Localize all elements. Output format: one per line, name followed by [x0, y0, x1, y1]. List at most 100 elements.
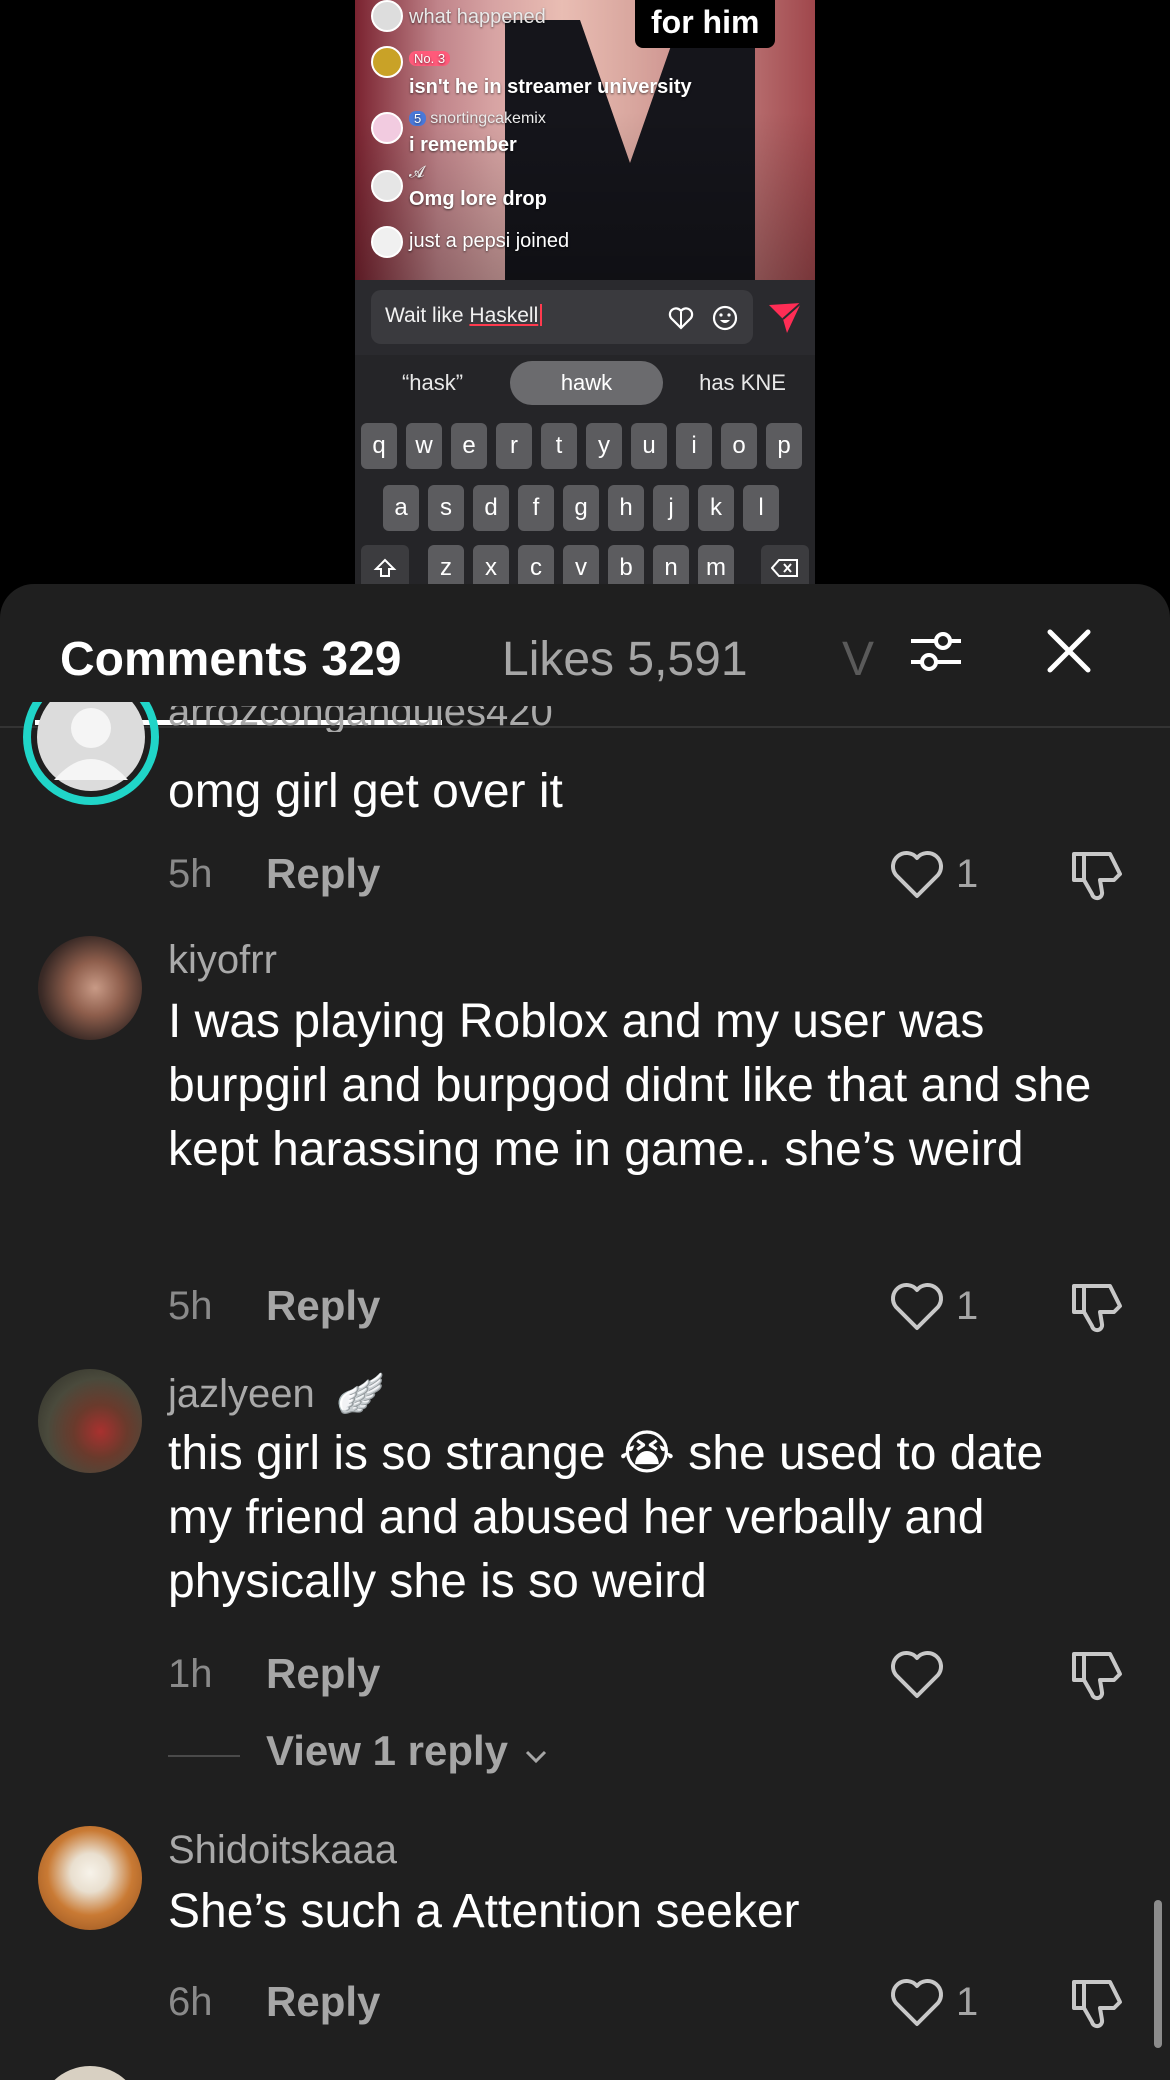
key-r[interactable]: r — [496, 423, 532, 469]
chat-avatar — [371, 0, 403, 32]
key-j[interactable]: j — [653, 485, 689, 531]
chevron-down-icon — [525, 1750, 546, 1764]
key-y[interactable]: y — [586, 423, 622, 469]
key-h[interactable]: h — [608, 485, 644, 531]
reply-button[interactable]: Reply — [266, 1282, 380, 1330]
on-screen-keyboard: “hask” hawk has KNE qwertyuiop asdfghjkl z… — [355, 355, 815, 585]
view-replies-label: View 1 reply — [266, 1727, 548, 1775]
key-g[interactable]: g — [563, 485, 599, 531]
comments-panel: Comments 329 Likes 5,591 V arrozcongandu… — [0, 584, 1170, 2080]
comment-text: I was playing Roblox and my user was bur… — [168, 995, 1092, 1176]
avatar[interactable] — [38, 936, 142, 1040]
thread-line — [168, 1755, 240, 1757]
dislike-icon[interactable] — [1068, 848, 1126, 902]
key-d[interactable]: d — [473, 485, 509, 531]
like-count: 1 — [956, 1980, 979, 2024]
comment-username[interactable]: jazlyeen 🪽 — [168, 1370, 386, 1417]
username-text: jazlyeen — [168, 1372, 315, 1416]
avatar[interactable] — [22, 702, 160, 806]
chat-avatar — [371, 170, 403, 202]
avatar[interactable] — [38, 1369, 142, 1473]
key-k[interactable]: k — [698, 485, 734, 531]
live-video-preview[interactable]: for him what happened No. 3 isn't he in … — [355, 0, 815, 585]
tab-likes[interactable]: Likes 5,591 — [502, 632, 748, 687]
comment-text: this girl is so strange 😭 she used to da… — [168, 1427, 1044, 1608]
comment-text: omg girl get over it — [168, 765, 563, 818]
suggestion-2[interactable]: hawk — [510, 361, 663, 405]
comment-time: 5h — [168, 1284, 213, 1328]
comment-username[interactable]: arrozcongandules420 — [168, 706, 553, 732]
reply-button[interactable]: Reply — [266, 850, 380, 898]
shift-key[interactable] — [361, 545, 409, 585]
view-replies-text: View 1 reply — [266, 1727, 509, 1774]
heart-icon[interactable] — [890, 1650, 944, 1700]
chat-message: Omg lore drop — [409, 188, 547, 211]
chat-username: 𝓐 — [409, 164, 425, 181]
key-o[interactable]: o — [721, 423, 757, 469]
key-b[interactable]: b — [608, 545, 644, 585]
chat-message-text: i remember — [409, 134, 517, 156]
chat-avatar — [371, 46, 403, 78]
key-l[interactable]: l — [743, 485, 779, 531]
level-badge: 5 — [409, 111, 427, 126]
heart-icon[interactable] — [890, 1282, 944, 1332]
chat-join-message: just a pepsi joined — [409, 230, 570, 252]
suggestion-3[interactable]: has KNE — [680, 361, 805, 405]
text-cursor — [540, 304, 543, 326]
avatar[interactable] — [38, 1826, 142, 1930]
backspace-icon — [770, 559, 798, 577]
key-w[interactable]: w — [406, 423, 442, 469]
input-prefix: Wait like — [385, 304, 470, 327]
tab-comments[interactable]: Comments 329 — [60, 632, 401, 687]
rank-badge: No. 3 — [409, 51, 451, 66]
chat-message-text: isn't he in streamer university — [409, 76, 692, 98]
comment-username[interactable]: Shidoitskaaa — [168, 1828, 397, 1873]
key-p[interactable]: p — [766, 423, 802, 469]
comment-username[interactable]: kiyofrr — [168, 938, 277, 983]
key-s[interactable]: s — [428, 485, 464, 531]
suggestion-1[interactable]: “hask” — [375, 361, 490, 405]
key-a[interactable]: a — [383, 485, 419, 531]
key-n[interactable]: n — [653, 545, 689, 585]
like-count: 1 — [956, 1284, 979, 1328]
chat-meta: 5 snortingcakemix — [409, 110, 546, 128]
key-q[interactable]: q — [361, 423, 397, 469]
key-e[interactable]: e — [451, 423, 487, 469]
input-text: Wait like Haskell — [385, 304, 543, 328]
video-caption: for him — [635, 0, 776, 48]
live-comment-input[interactable]: Wait like Haskell — [371, 290, 753, 344]
heart-icon[interactable] — [890, 850, 944, 900]
avatar[interactable] — [38, 2066, 142, 2080]
key-i[interactable]: i — [676, 423, 712, 469]
key-m[interactable]: m — [698, 545, 734, 585]
send-icon[interactable] — [765, 297, 805, 337]
chat-avatar — [371, 112, 403, 144]
close-icon[interactable] — [1040, 622, 1098, 680]
chat-message: i remember — [409, 134, 517, 157]
tab-more[interactable]: V — [842, 632, 874, 687]
reply-button[interactable]: Reply — [266, 1650, 380, 1698]
key-u[interactable]: u — [631, 423, 667, 469]
comment-time: 5h — [168, 852, 213, 896]
emoji-icon[interactable] — [711, 304, 739, 332]
scrollbar[interactable] — [1154, 1900, 1162, 2048]
like-count: 1 — [956, 852, 979, 896]
key-z[interactable]: z — [428, 545, 464, 585]
default-avatar-icon — [23, 702, 159, 805]
heart-icon[interactable] — [890, 1978, 944, 2028]
backspace-key[interactable] — [761, 545, 809, 585]
key-c[interactable]: c — [518, 545, 554, 585]
chat-meta: No. 3 — [409, 50, 454, 68]
dislike-icon[interactable] — [1068, 1648, 1126, 1702]
chat-message-text: Omg lore drop — [409, 188, 547, 210]
gift-heart-icon[interactable] — [667, 304, 695, 332]
key-v[interactable]: v — [563, 545, 599, 585]
dislike-icon[interactable] — [1068, 1280, 1126, 1334]
key-x[interactable]: x — [473, 545, 509, 585]
comment-time: 1h — [168, 1652, 213, 1696]
key-f[interactable]: f — [518, 485, 554, 531]
key-t[interactable]: t — [541, 423, 577, 469]
dislike-icon[interactable] — [1068, 1976, 1126, 2030]
filter-icon[interactable] — [907, 622, 965, 680]
reply-button[interactable]: Reply — [266, 1978, 380, 2026]
